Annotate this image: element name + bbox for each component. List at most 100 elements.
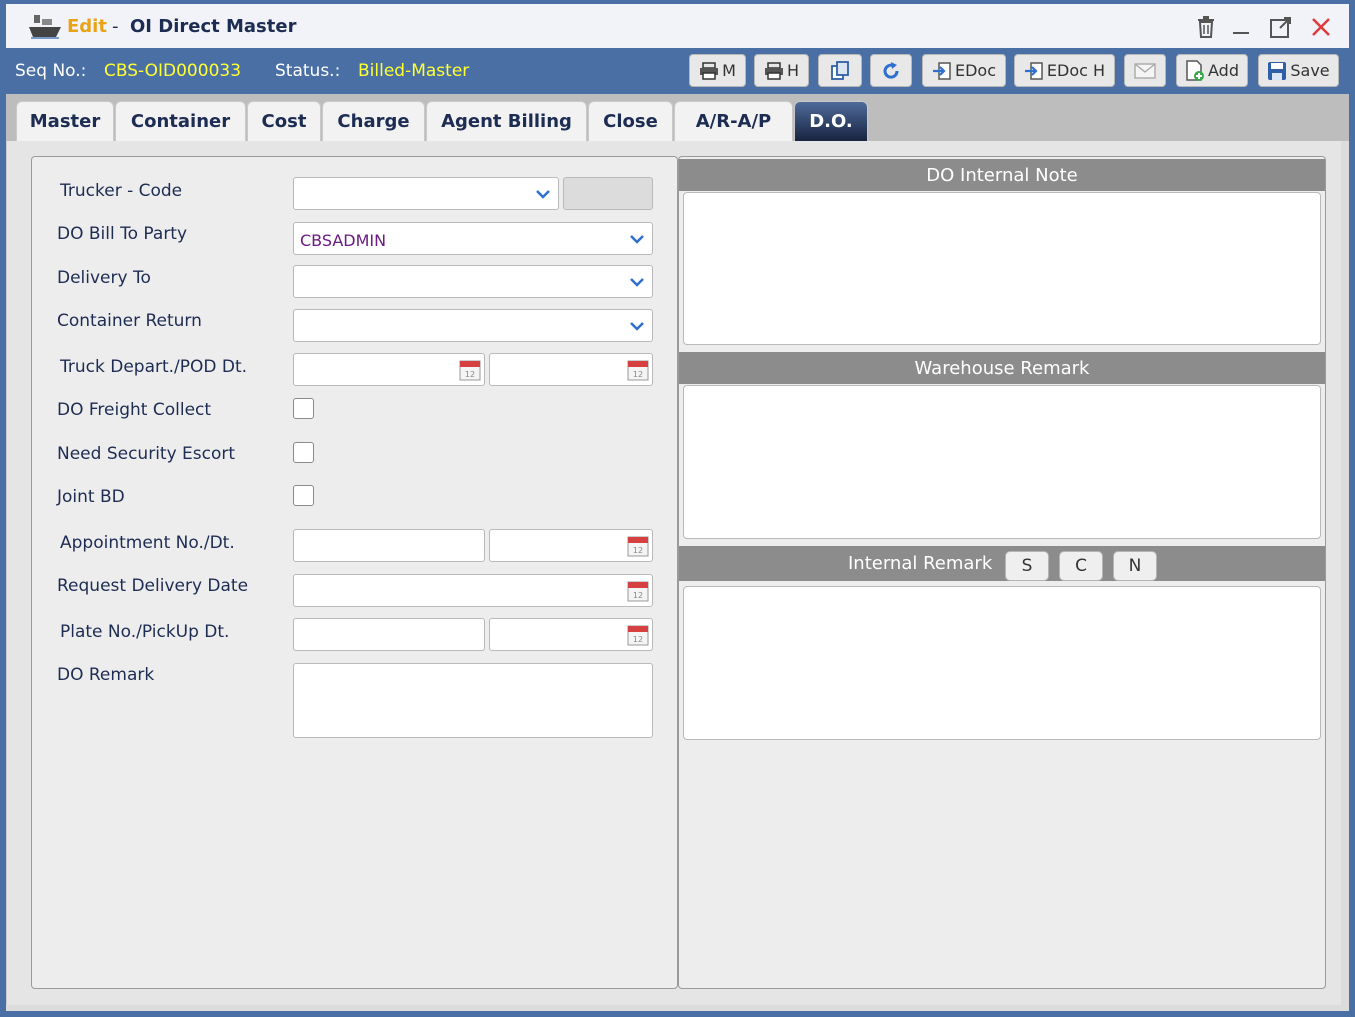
internal-remark-s-button[interactable]: S (1005, 551, 1049, 581)
internal-remark-n-button[interactable]: N (1113, 551, 1157, 581)
print-house-button[interactable]: H (754, 54, 809, 87)
tab-do[interactable]: D.O. (794, 101, 868, 141)
info-bar: Seq No.: CBS-OID000033 Status.: Billed-M… (6, 48, 1349, 94)
window-title: OI Direct Master (130, 16, 297, 37)
svg-text:12: 12 (633, 591, 643, 600)
security-escort-checkbox[interactable] (293, 442, 314, 463)
save-label: Save (1290, 61, 1330, 80)
edoc-button[interactable]: EDoc (922, 54, 1006, 87)
close-icon[interactable] (1308, 14, 1334, 40)
warehouse-remark-title: Warehouse Remark (914, 357, 1090, 379)
refresh-icon (883, 61, 899, 79)
internal-remark-textarea[interactable] (683, 586, 1321, 740)
tab-agent-billing[interactable]: Agent Billing (426, 101, 587, 141)
trucker-select[interactable] (293, 177, 559, 210)
envelope-icon (1134, 62, 1156, 79)
do-remark-label: DO Remark (57, 665, 155, 685)
tab-container[interactable]: Container (115, 101, 246, 141)
container-return-select[interactable] (293, 309, 653, 342)
add-document-icon (1186, 59, 1204, 81)
email-button[interactable] (1124, 54, 1166, 87)
copy-icon (831, 60, 849, 80)
freight-collect-label: DO Freight Collect (57, 400, 212, 420)
title-bar: Edit - OI Direct Master (6, 0, 1349, 48)
seq-label: Seq No.: (15, 61, 87, 81)
pod-date[interactable]: 12 (489, 353, 653, 386)
title-mode: Edit (67, 16, 107, 37)
trash-icon[interactable] (1193, 14, 1219, 40)
print-master-label: M (722, 61, 736, 80)
internal-remark-header: Internal Remark (679, 546, 1325, 581)
svg-text:12: 12 (633, 635, 643, 644)
tab-charge[interactable]: Charge (322, 101, 425, 141)
trucker-code-label: Trucker - Code (60, 181, 183, 201)
internal-note-header: DO Internal Note (679, 159, 1325, 191)
security-escort-label: Need Security Escort (57, 444, 236, 464)
svg-text:12: 12 (633, 370, 643, 379)
container-return-label: Container Return (57, 311, 202, 331)
calendar-icon[interactable]: 12 (627, 534, 649, 557)
tab-ar-ap[interactable]: A/R-A/P (674, 101, 793, 141)
svg-text:12: 12 (465, 370, 475, 379)
title-separator: - (112, 16, 119, 37)
warehouse-remark-textarea[interactable] (683, 385, 1321, 539)
minimize-icon[interactable] (1228, 14, 1254, 40)
calendar-icon[interactable]: 12 (627, 623, 649, 646)
appointment-label: Appointment No./Dt. (60, 533, 235, 553)
refresh-button[interactable] (870, 54, 912, 87)
warehouse-remark-header: Warehouse Remark (679, 352, 1325, 384)
bill-to-party-label: DO Bill To Party (57, 224, 188, 244)
printer-icon (700, 61, 719, 80)
delivery-to-select[interactable] (293, 265, 653, 298)
print-house-label: H (786, 61, 800, 80)
tab-close[interactable]: Close (588, 101, 673, 141)
add-label: Add (1208, 61, 1239, 80)
internal-note-title: DO Internal Note (926, 164, 1078, 186)
joint-bd-checkbox[interactable] (293, 485, 314, 506)
internal-note-textarea[interactable] (683, 192, 1321, 345)
edoc-h-label: EDoc H (1046, 61, 1106, 80)
request-delivery-label: Request Delivery Date (57, 576, 249, 596)
joint-bd-label: Joint BD (57, 487, 125, 507)
bill-to-party-value: CBSADMIN (300, 231, 387, 250)
freight-collect-checkbox[interactable] (293, 398, 314, 419)
chevron-down-icon[interactable] (528, 178, 558, 209)
chevron-down-icon[interactable] (622, 223, 652, 254)
chevron-down-icon[interactable] (622, 310, 652, 341)
seq-value: CBS-OID000033 (104, 61, 242, 81)
ship-icon (29, 15, 61, 39)
floppy-icon (1268, 61, 1287, 80)
svg-text:12: 12 (633, 546, 643, 555)
printer-icon (764, 61, 783, 80)
save-button[interactable]: Save (1258, 54, 1339, 87)
truck-depart-date[interactable]: 12 (293, 353, 485, 386)
appointment-no-input[interactable] (293, 529, 485, 562)
tab-bar: Master Container Cost Charge Agent Billi… (6, 94, 1349, 141)
calendar-icon[interactable]: 12 (627, 579, 649, 602)
delivery-to-label: Delivery To (57, 268, 151, 288)
edoc-h-button[interactable]: EDoc H (1014, 54, 1115, 87)
maximize-icon[interactable] (1268, 14, 1294, 40)
tab-cost[interactable]: Cost (247, 101, 321, 141)
internal-remark-c-button[interactable]: C (1059, 551, 1103, 581)
plate-no-input[interactable] (293, 618, 485, 651)
pickup-date[interactable]: 12 (489, 618, 653, 651)
edoc-label: EDoc (954, 61, 996, 80)
import-icon (932, 61, 951, 80)
internal-remark-title: Internal Remark (848, 553, 993, 574)
appointment-date[interactable]: 12 (489, 529, 653, 562)
calendar-icon[interactable]: 12 (627, 358, 649, 381)
trucker-code-field (563, 177, 653, 210)
tab-master[interactable]: Master (16, 101, 114, 141)
copy-button[interactable] (818, 54, 862, 87)
chevron-down-icon[interactable] (622, 266, 652, 297)
bill-to-party-select[interactable]: CBSADMIN (293, 222, 653, 255)
do-remark-textarea[interactable] (293, 663, 653, 738)
request-delivery-date[interactable]: 12 (293, 574, 653, 607)
truck-depart-label: Truck Depart./POD Dt. (60, 357, 248, 377)
status-value: Billed-Master (358, 61, 470, 81)
add-button[interactable]: Add (1176, 54, 1248, 87)
import-icon (1024, 61, 1043, 80)
calendar-icon[interactable]: 12 (459, 358, 481, 381)
print-master-button[interactable]: M (689, 54, 746, 87)
